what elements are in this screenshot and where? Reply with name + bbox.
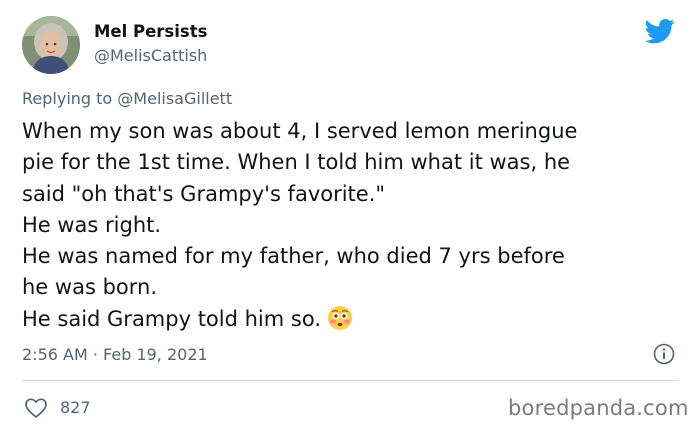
tweet-line: pie for the 1st time. When I told him wh… [22, 150, 571, 175]
tweet-line: When my son was about 4, I served lemon … [22, 119, 578, 143]
twitter-bird-icon[interactable] [643, 16, 677, 46]
tweet-line: He was right. [22, 212, 162, 237]
tweet-card: Mel Persists @MelisCattish Replying to @… [0, 0, 700, 434]
tweet-line-last: He said Grampy told him so. [22, 304, 692, 340]
author-handle[interactable]: @MelisCattish [94, 46, 207, 65]
tweet-line: said "oh that's Grampy's favorite." [22, 181, 386, 206]
tweet-line: He was named for my father, who died 7 y… [22, 244, 565, 269]
tweet-timestamp[interactable]: 2:56 AM · Feb 19, 2021 [22, 345, 208, 364]
heart-icon[interactable] [24, 397, 48, 419]
info-icon[interactable] [652, 342, 676, 366]
tweet-line: he was born. [22, 275, 157, 300]
tweet-text: When my son was about 4, I served lemon … [22, 116, 692, 340]
author-name[interactable]: Mel Persists [94, 22, 207, 41]
watermark: boredpanda.com [508, 396, 689, 420]
tweet-line: He said Grampy told him so. [22, 306, 321, 331]
avatar[interactable] [22, 16, 80, 74]
like-count[interactable]: 827 [60, 398, 91, 417]
divider [22, 380, 678, 381]
flushed-face-emoji [327, 305, 353, 340]
replying-to[interactable]: Replying to @MelisaGillett [22, 89, 232, 108]
